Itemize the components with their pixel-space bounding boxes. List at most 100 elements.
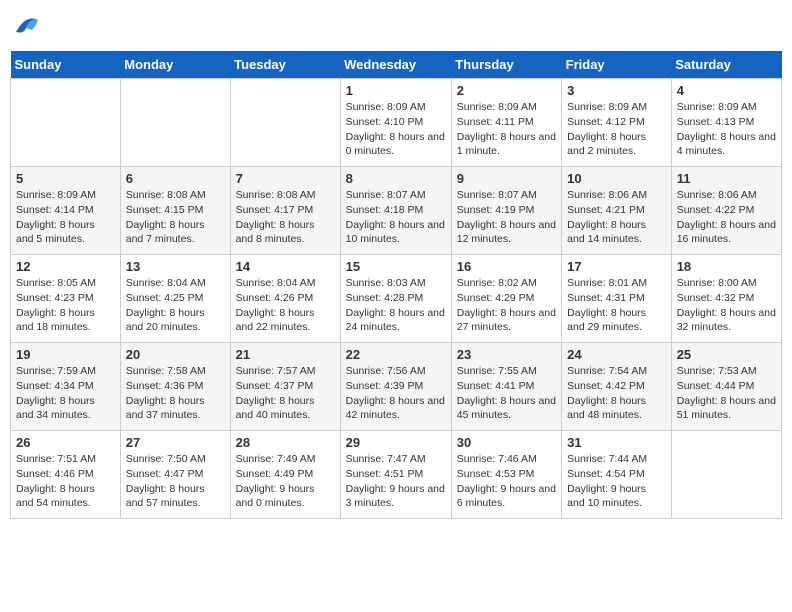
day-number: 4 <box>677 83 776 98</box>
calendar-cell <box>120 79 230 167</box>
calendar-cell: 19 Sunrise: 7:59 AMSunset: 4:34 PMDayligh… <box>11 343 121 431</box>
day-number: 31 <box>567 435 666 450</box>
day-info: Sunrise: 8:09 AMSunset: 4:14 PMDaylight:… <box>16 188 115 247</box>
calendar-cell: 23 Sunrise: 7:55 AMSunset: 4:41 PMDayligh… <box>451 343 561 431</box>
day-number: 10 <box>567 171 666 186</box>
day-info: Sunrise: 8:08 AMSunset: 4:15 PMDaylight:… <box>126 188 225 247</box>
calendar-cell: 15 Sunrise: 8:03 AMSunset: 4:28 PMDayligh… <box>340 255 451 343</box>
calendar-cell: 6 Sunrise: 8:08 AMSunset: 4:15 PMDaylight… <box>120 167 230 255</box>
day-number: 16 <box>457 259 556 274</box>
weekday-header-sunday: Sunday <box>11 51 121 79</box>
weekday-header-tuesday: Tuesday <box>230 51 340 79</box>
day-info: Sunrise: 8:07 AMSunset: 4:18 PMDaylight:… <box>346 188 446 247</box>
calendar-cell: 20 Sunrise: 7:58 AMSunset: 4:36 PMDayligh… <box>120 343 230 431</box>
day-number: 15 <box>346 259 446 274</box>
calendar-cell: 13Sunrise: 8:04 AMSunset: 4:25 PMDayligh… <box>120 255 230 343</box>
logo-icon <box>12 10 40 38</box>
calendar-cell: 1 Sunrise: 8:09 AMSunset: 4:10 PMDaylight… <box>340 79 451 167</box>
day-info: Sunrise: 8:02 AMSunset: 4:29 PMDaylight:… <box>457 276 556 335</box>
day-info: Sunrise: 7:55 AMSunset: 4:41 PMDaylight:… <box>457 364 556 423</box>
day-number: 11 <box>677 171 776 186</box>
day-info: Sunrise: 8:05 AMSunset: 4:23 PMDaylight:… <box>16 276 115 335</box>
weekday-header-wednesday: Wednesday <box>340 51 451 79</box>
day-info: Sunrise: 7:54 AMSunset: 4:42 PMDaylight:… <box>567 364 666 423</box>
calendar-cell: 4 Sunrise: 8:09 AMSunset: 4:13 PMDaylight… <box>671 79 781 167</box>
day-number: 23 <box>457 347 556 362</box>
day-number: 27 <box>126 435 225 450</box>
day-info: Sunrise: 7:46 AMSunset: 4:53 PMDaylight:… <box>457 452 556 511</box>
day-number: 8 <box>346 171 446 186</box>
calendar-cell: 12 Sunrise: 8:05 AMSunset: 4:23 PMDayligh… <box>11 255 121 343</box>
calendar-cell: 16 Sunrise: 8:02 AMSunset: 4:29 PMDayligh… <box>451 255 561 343</box>
weekday-header-friday: Friday <box>562 51 672 79</box>
day-number: 18 <box>677 259 776 274</box>
day-info: Sunrise: 8:08 AMSunset: 4:17 PMDaylight:… <box>236 188 335 247</box>
day-info: Sunrise: 7:57 AMSunset: 4:37 PMDaylight:… <box>236 364 335 423</box>
calendar-cell: 2Sunrise: 8:09 AMSunset: 4:11 PMDaylight… <box>451 79 561 167</box>
day-info: Sunrise: 7:59 AMSunset: 4:34 PMDaylight:… <box>16 364 115 423</box>
calendar-cell: 29 Sunrise: 7:47 AMSunset: 4:51 PMDayligh… <box>340 431 451 519</box>
day-number: 24 <box>567 347 666 362</box>
weekday-header-monday: Monday <box>120 51 230 79</box>
day-info: Sunrise: 7:51 AMSunset: 4:46 PMDaylight:… <box>16 452 115 511</box>
day-info: Sunrise: 7:58 AMSunset: 4:36 PMDaylight:… <box>126 364 225 423</box>
calendar-cell: 24 Sunrise: 7:54 AMSunset: 4:42 PMDayligh… <box>562 343 672 431</box>
day-number: 29 <box>346 435 446 450</box>
day-number: 6 <box>126 171 225 186</box>
calendar-cell: 7 Sunrise: 8:08 AMSunset: 4:17 PMDaylight… <box>230 167 340 255</box>
day-info: Sunrise: 8:09 AMSunset: 4:12 PMDaylight:… <box>567 100 666 159</box>
day-info: Sunrise: 7:47 AMSunset: 4:51 PMDaylight:… <box>346 452 446 511</box>
calendar-cell: 14 Sunrise: 8:04 AMSunset: 4:26 PMDayligh… <box>230 255 340 343</box>
day-number: 25 <box>677 347 776 362</box>
day-number: 26 <box>16 435 115 450</box>
weekday-header-thursday: Thursday <box>451 51 561 79</box>
day-info: Sunrise: 7:44 AMSunset: 4:54 PMDaylight:… <box>567 452 666 511</box>
day-number: 9 <box>457 171 556 186</box>
calendar-cell: 3 Sunrise: 8:09 AMSunset: 4:12 PMDaylight… <box>562 79 672 167</box>
day-number: 2 <box>457 83 556 98</box>
calendar-cell: 17 Sunrise: 8:01 AMSunset: 4:31 PMDayligh… <box>562 255 672 343</box>
day-number: 14 <box>236 259 335 274</box>
day-info: Sunrise: 8:00 AMSunset: 4:32 PMDaylight:… <box>677 276 776 335</box>
weekday-header-saturday: Saturday <box>671 51 781 79</box>
calendar-cell: 9 Sunrise: 8:07 AMSunset: 4:19 PMDaylight… <box>451 167 561 255</box>
day-info: Sunrise: 8:07 AMSunset: 4:19 PMDaylight:… <box>457 188 556 247</box>
calendar-header: SundayMondayTuesdayWednesdayThursdayFrid… <box>11 51 782 79</box>
day-number: 19 <box>16 347 115 362</box>
day-info: Sunrise: 8:04 AMSunset: 4:26 PMDaylight:… <box>236 276 335 335</box>
day-info: Sunrise: 8:03 AMSunset: 4:28 PMDaylight:… <box>346 276 446 335</box>
calendar-cell: 22 Sunrise: 7:56 AMSunset: 4:39 PMDayligh… <box>340 343 451 431</box>
day-number: 20 <box>126 347 225 362</box>
calendar-cell: 10 Sunrise: 8:06 AMSunset: 4:21 PMDayligh… <box>562 167 672 255</box>
day-number: 12 <box>16 259 115 274</box>
calendar-cell: 26 Sunrise: 7:51 AMSunset: 4:46 PMDayligh… <box>11 431 121 519</box>
day-number: 1 <box>346 83 446 98</box>
calendar-cell <box>671 431 781 519</box>
page-header <box>10 10 782 43</box>
day-number: 21 <box>236 347 335 362</box>
day-number: 13 <box>126 259 225 274</box>
day-number: 5 <box>16 171 115 186</box>
day-info: Sunrise: 7:49 AMSunset: 4:49 PMDaylight:… <box>236 452 335 511</box>
calendar-cell <box>230 79 340 167</box>
day-number: 22 <box>346 347 446 362</box>
day-info: Sunrise: 7:53 AMSunset: 4:44 PMDaylight:… <box>677 364 776 423</box>
calendar-cell: 21 Sunrise: 7:57 AMSunset: 4:37 PMDayligh… <box>230 343 340 431</box>
calendar-table: SundayMondayTuesdayWednesdayThursdayFrid… <box>10 51 782 519</box>
day-info: Sunrise: 8:09 AMSunset: 4:13 PMDaylight:… <box>677 100 776 159</box>
day-info: Sunrise: 8:06 AMSunset: 4:22 PMDaylight:… <box>677 188 776 247</box>
day-number: 7 <box>236 171 335 186</box>
day-number: 3 <box>567 83 666 98</box>
day-info: Sunrise: 8:09 AMSunset: 4:10 PMDaylight:… <box>346 100 446 159</box>
calendar-cell: 8 Sunrise: 8:07 AMSunset: 4:18 PMDaylight… <box>340 167 451 255</box>
logo <box>10 10 40 43</box>
day-info: Sunrise: 8:01 AMSunset: 4:31 PMDaylight:… <box>567 276 666 335</box>
day-info: Sunrise: 7:50 AMSunset: 4:47 PMDaylight:… <box>126 452 225 511</box>
day-number: 17 <box>567 259 666 274</box>
day-info: Sunrise: 7:56 AMSunset: 4:39 PMDaylight:… <box>346 364 446 423</box>
day-info: Sunrise: 8:06 AMSunset: 4:21 PMDaylight:… <box>567 188 666 247</box>
calendar-cell <box>11 79 121 167</box>
calendar-cell: 5 Sunrise: 8:09 AMSunset: 4:14 PMDaylight… <box>11 167 121 255</box>
calendar-cell: 31 Sunrise: 7:44 AMSunset: 4:54 PMDayligh… <box>562 431 672 519</box>
calendar-cell: 25 Sunrise: 7:53 AMSunset: 4:44 PMDayligh… <box>671 343 781 431</box>
